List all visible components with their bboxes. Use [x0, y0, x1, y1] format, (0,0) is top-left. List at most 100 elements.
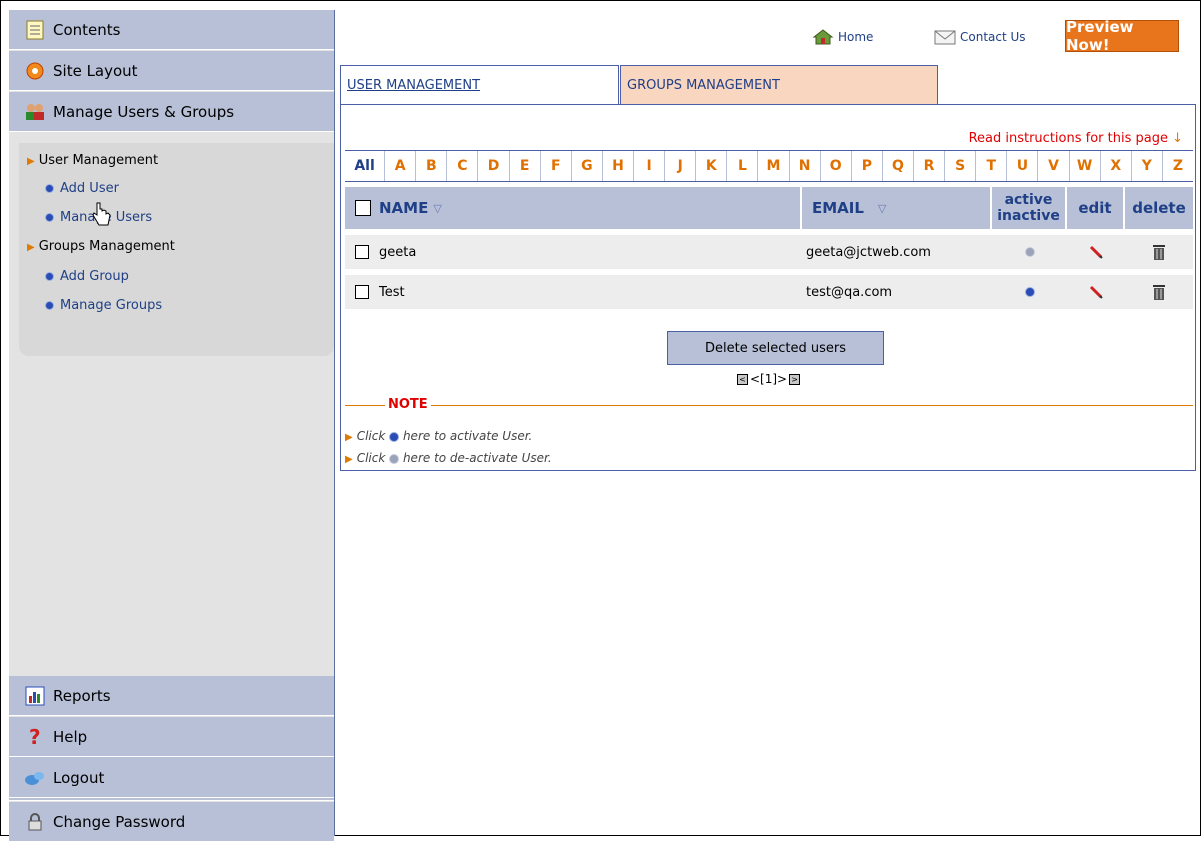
table-row: geeta geeta@jctweb.com — [345, 235, 1193, 269]
delete-selected-users-button[interactable]: Delete selected users — [667, 331, 884, 365]
nav-item-change-password[interactable]: Change Password — [9, 802, 334, 842]
active-dot-icon — [389, 431, 400, 442]
alpha-filter-t[interactable]: T — [976, 151, 1008, 181]
user-management-panel: Read instructions for this page ↓ All A … — [340, 104, 1196, 471]
arrow-icon: ▶ — [345, 432, 353, 443]
alpha-filter-m[interactable]: M — [758, 151, 790, 181]
nav-label-contents: Contents — [53, 20, 121, 39]
home-link[interactable]: Home — [812, 28, 873, 46]
pagination: < <[1]> > — [737, 372, 801, 386]
alpha-filter-n[interactable]: N — [789, 151, 821, 181]
gear-icon — [23, 59, 47, 83]
pencil-icon — [1089, 285, 1103, 299]
submenu-add-user[interactable]: Add User — [45, 181, 119, 196]
arrow-icon: ▶ — [345, 454, 353, 465]
next-page-icon[interactable]: > — [789, 373, 801, 385]
nav-item-contents[interactable]: Contents — [9, 10, 334, 50]
submenu-manage-groups[interactable]: Manage Groups — [45, 298, 162, 313]
note-deactivate: ▶ Click here to de-activate User. — [345, 451, 552, 465]
alpha-filter-q[interactable]: Q — [882, 151, 914, 181]
contact-link[interactable]: Contact Us — [934, 28, 1026, 46]
alpha-filter-o[interactable]: O — [820, 151, 852, 181]
user-name: Test — [379, 284, 405, 300]
delete-button[interactable] — [1125, 275, 1193, 309]
alpha-filter-g[interactable]: G — [571, 151, 603, 181]
alpha-filter-f[interactable]: F — [540, 151, 572, 181]
row-checkbox[interactable] — [355, 245, 369, 259]
users-groups-icon — [23, 100, 47, 124]
alpha-filter-d[interactable]: D — [478, 151, 510, 181]
nav-label-change-password: Change Password — [53, 812, 186, 831]
edit-button[interactable] — [1067, 275, 1125, 309]
nav-label-site-configuration: Site Configuration — [53, 730, 189, 749]
bullet-icon — [45, 213, 54, 222]
submenu-user-management[interactable]: ▶ User Management — [27, 153, 158, 168]
main-content: Home Contact Us Preview Now! USER MANAGE… — [340, 10, 1201, 836]
preview-now-button[interactable]: Preview Now! — [1065, 18, 1179, 54]
inactive-dot-icon — [1024, 247, 1035, 257]
row-checkbox[interactable] — [355, 285, 369, 299]
alpha-filter-i[interactable]: I — [634, 151, 666, 181]
user-name: geeta — [379, 244, 417, 260]
status-toggle[interactable] — [992, 235, 1067, 269]
nav-item-manage-users-groups[interactable]: Manage Users & Groups — [9, 92, 334, 132]
delete-button[interactable] — [1125, 235, 1193, 269]
nav-item-site-configuration[interactable]: Site Configuration — [9, 720, 334, 760]
sort-down-icon: ▽ — [877, 201, 887, 215]
alpha-filter-p[interactable]: P — [851, 151, 883, 181]
alpha-filter-all[interactable]: All — [345, 151, 386, 181]
sort-down-icon: ▽ — [433, 201, 442, 215]
hand-cursor-icon — [92, 202, 111, 226]
column-delete: delete — [1132, 199, 1186, 217]
column-email[interactable]: EMAIL ▽ — [802, 187, 992, 229]
alpha-filter-b[interactable]: B — [416, 151, 448, 181]
instructions-link[interactable]: Read instructions for this page ↓ — [969, 131, 1183, 146]
submenu-groups-management[interactable]: ▶ Groups Management — [27, 239, 175, 254]
alpha-filter-e[interactable]: E — [509, 151, 541, 181]
alpha-filter-u[interactable]: U — [1007, 151, 1039, 181]
alpha-filter-r[interactable]: R — [914, 151, 946, 181]
note-activate: ▶ Click here to activate User. — [345, 429, 533, 443]
column-edit: edit — [1067, 187, 1125, 229]
alpha-filter-x[interactable]: X — [1100, 151, 1132, 181]
edit-button[interactable] — [1067, 235, 1125, 269]
column-name[interactable]: NAME ▽ — [345, 187, 802, 229]
users-table: NAME ▽ EMAIL ▽ active inactive edit dele… — [345, 187, 1193, 309]
bullet-icon — [45, 184, 54, 193]
alpha-filter-k[interactable]: K — [696, 151, 728, 181]
arrow-icon: ▶ — [27, 242, 35, 253]
alpha-filter-a[interactable]: A — [385, 151, 417, 181]
alpha-filter-j[interactable]: J — [665, 151, 697, 181]
contents-icon — [23, 18, 47, 42]
tab-groups-management[interactable]: GROUPS MANAGEMENT — [620, 65, 938, 105]
note-divider — [345, 405, 1193, 406]
lock-icon — [23, 810, 47, 834]
submenu-add-group[interactable]: Add Group — [45, 269, 129, 284]
alpha-filter-c[interactable]: C — [447, 151, 479, 181]
alpha-filter-h[interactable]: H — [602, 151, 635, 181]
nav-label-site-layout: Site Layout — [53, 61, 138, 80]
trash-icon — [1153, 285, 1165, 300]
sidebar: Contents Site Layout Manage Users & Grou… — [9, 10, 335, 842]
inactive-dot-icon — [389, 453, 400, 464]
nav-item-site-layout[interactable]: Site Layout — [9, 51, 334, 91]
note-label: NOTE — [385, 397, 431, 412]
alpha-filter-y[interactable]: Y — [1131, 151, 1163, 181]
alpha-filter-l[interactable]: L — [727, 151, 759, 181]
status-toggle[interactable] — [992, 275, 1067, 309]
nav-item-profile[interactable]: Profile — [9, 761, 334, 801]
alpha-filter-z[interactable]: Z — [1162, 151, 1193, 181]
table-header: NAME ▽ EMAIL ▽ active inactive edit dele… — [345, 187, 1193, 229]
user-email: test@qa.com — [806, 284, 893, 300]
tab-user-management[interactable]: USER MANAGEMENT — [340, 65, 619, 105]
prev-page-icon[interactable]: < — [737, 373, 748, 385]
chevron-down-icon: ↓ — [1172, 131, 1183, 146]
alpha-filter-v[interactable]: V — [1038, 151, 1070, 181]
alpha-filter-s[interactable]: S — [945, 151, 977, 181]
users-submenu: ▶ User Management Add User Manage Users ▶… — [19, 143, 334, 356]
active-dot-icon — [1024, 287, 1035, 297]
bullet-icon — [45, 301, 54, 310]
user-email: geeta@jctweb.com — [806, 244, 931, 260]
select-all-checkbox[interactable] — [355, 200, 371, 216]
alpha-filter-w[interactable]: W — [1069, 151, 1101, 181]
